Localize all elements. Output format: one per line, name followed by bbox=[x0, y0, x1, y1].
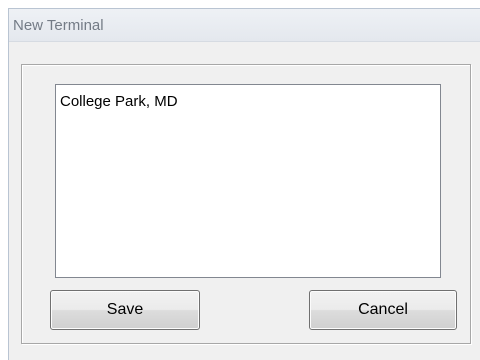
save-button[interactable]: Save bbox=[50, 290, 200, 330]
dialog-title: New Terminal bbox=[13, 17, 104, 34]
new-terminal-dialog: New Terminal College Park, MD Save Cance… bbox=[8, 8, 480, 360]
cancel-button[interactable]: Cancel bbox=[309, 290, 457, 330]
list-item[interactable]: College Park, MD bbox=[60, 92, 440, 111]
dialog-title-bar[interactable]: New Terminal bbox=[9, 9, 480, 42]
terminal-list[interactable]: College Park, MD bbox=[55, 84, 441, 278]
